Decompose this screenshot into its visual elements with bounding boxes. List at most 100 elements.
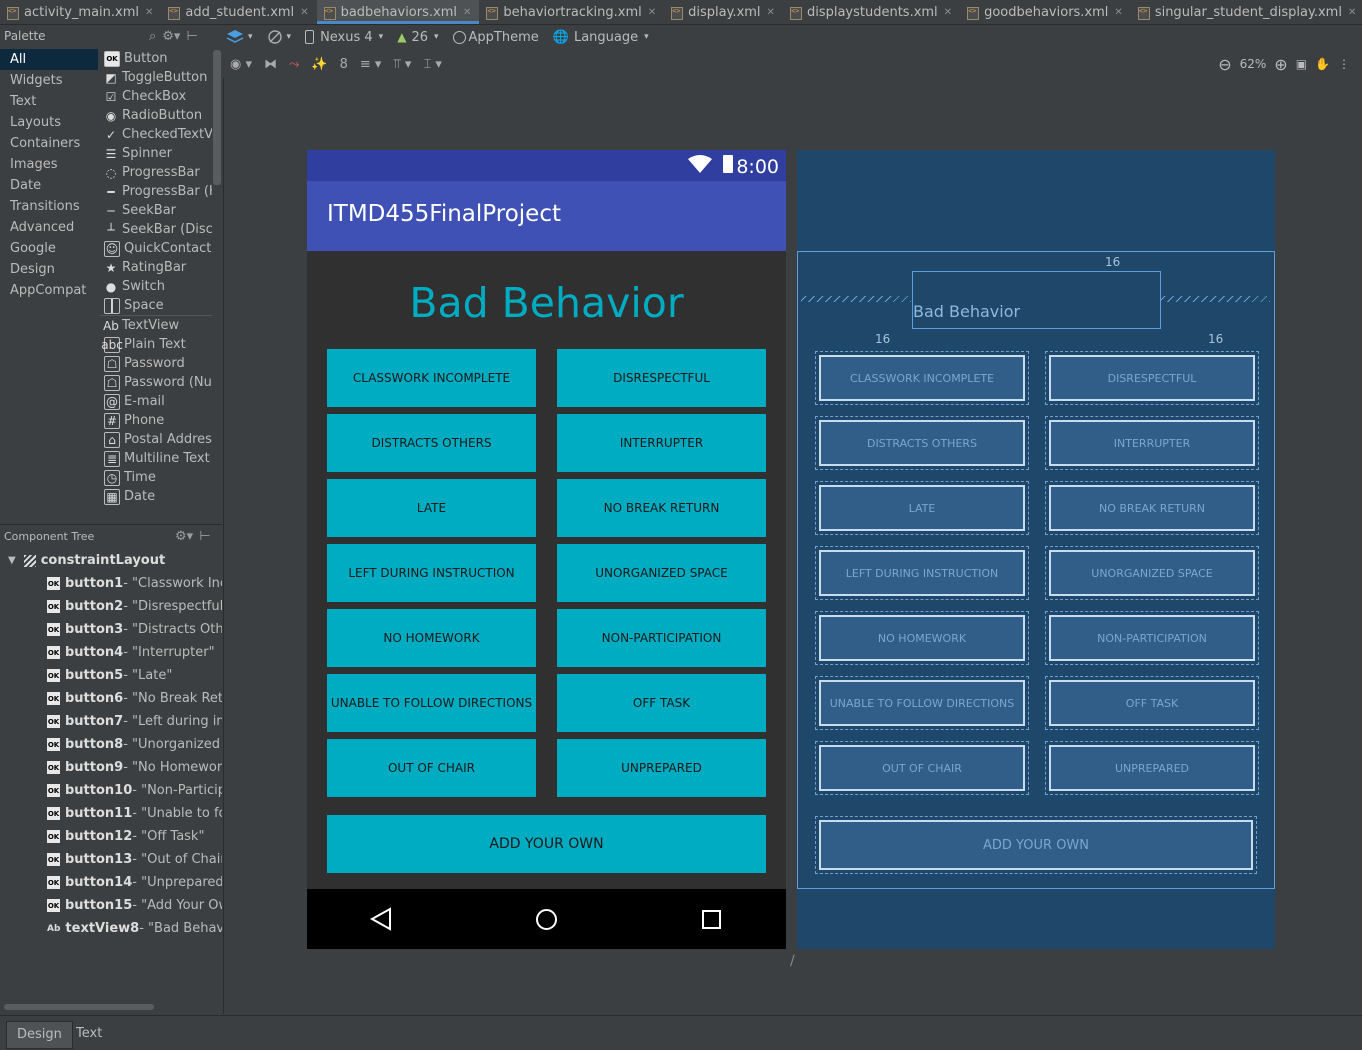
palette-category[interactable]: Design xyxy=(0,259,98,280)
eye-icon[interactable]: ◉ ▾ xyxy=(230,57,252,72)
palette-category[interactable]: Containers xyxy=(0,133,98,154)
tree-node[interactable]: OK button11 - "Unable to follo xyxy=(0,802,222,825)
palette-widget[interactable]: ━ ProgressBar (H xyxy=(100,182,212,201)
palette-widget[interactable]: OK Button xyxy=(100,49,212,68)
blueprint-behavior-button[interactable]: NON-PARTICIPATION xyxy=(1045,611,1259,665)
editor-tab[interactable]: displaystudents.xml ✕ xyxy=(783,0,960,24)
palette-scrollbar[interactable] xyxy=(213,50,221,185)
behavior-button[interactable]: UNORGANIZED SPACE xyxy=(557,544,766,602)
palette-widget[interactable]: @ E-mail xyxy=(100,392,212,411)
palette-widget[interactable]: ★ RatingBar xyxy=(100,258,212,277)
blueprint-behavior-button[interactable]: UNORGANIZED SPACE xyxy=(1045,546,1259,600)
default-margin[interactable]: 8 xyxy=(340,57,348,72)
editor-tab[interactable]: singular_student_display.xml ✕ xyxy=(1131,0,1362,24)
editor-tab[interactable]: display.xml ✕ xyxy=(664,0,783,24)
palette-widget[interactable]: ☖ Password xyxy=(100,354,212,373)
close-icon[interactable]: ✕ xyxy=(944,7,952,18)
tree-node[interactable]: OK button2 - "Disrespectful" xyxy=(0,595,222,618)
gear-icon[interactable]: ⚙▾ xyxy=(162,29,180,44)
blueprint-behavior-button[interactable]: NO BREAK RETURN xyxy=(1045,481,1259,535)
autoconnect-icon[interactable]: ⧓ xyxy=(264,57,277,72)
blueprint-behavior-button[interactable]: LATE xyxy=(815,481,1029,535)
more-icon[interactable]: ⋮ xyxy=(1338,57,1350,71)
palette-widget[interactable]: ┴ SeekBar (Discre xyxy=(100,220,212,239)
blueprint-add-your-own-button[interactable]: ADD YOUR OWN xyxy=(815,816,1257,874)
behavior-button[interactable]: DISRESPECTFUL xyxy=(557,349,766,407)
palette-category[interactable]: Widgets xyxy=(0,70,98,91)
clear-constraints-icon[interactable]: ⤳ xyxy=(289,57,299,72)
tab-design[interactable]: Design xyxy=(6,1021,73,1049)
pack-icon[interactable]: ≡ ▾ xyxy=(360,57,382,72)
blueprint-behavior-button[interactable]: DISRESPECTFUL xyxy=(1045,351,1259,405)
editor-tab[interactable]: activity_main.xml ✕ xyxy=(0,0,161,24)
palette-category[interactable]: Google xyxy=(0,238,98,259)
palette-widget[interactable]: ◌ ProgressBar xyxy=(100,163,212,182)
behavior-button[interactable]: UNABLE TO FOLLOW DIRECTIONS xyxy=(327,674,536,732)
search-icon[interactable]: ⌕ xyxy=(149,29,156,44)
palette-category[interactable]: Text xyxy=(0,91,98,112)
pin-icon[interactable]: ⊢ xyxy=(199,529,210,544)
infer-constraints-icon[interactable]: ✨ xyxy=(311,57,327,72)
editor-tab[interactable]: add_student.xml ✕ xyxy=(161,0,316,24)
palette-widget[interactable]: ◉ RadioButton xyxy=(100,106,212,125)
palette-widget[interactable]: ┃ Space xyxy=(100,296,212,315)
close-icon[interactable]: ✕ xyxy=(463,7,471,18)
behavior-button[interactable]: NO HOMEWORK xyxy=(327,609,536,667)
language-selector[interactable]: 🌐 Language ▾ xyxy=(553,30,649,45)
palette-widget[interactable]: ☰ Spinner xyxy=(100,144,212,163)
tree-scrollbar[interactable] xyxy=(4,1004,154,1010)
blueprint-behavior-button[interactable]: LEFT DURING INSTRUCTION xyxy=(815,546,1029,600)
zoom-out-icon[interactable]: ⊖ xyxy=(1218,55,1231,74)
palette-widget[interactable]: ☑ CheckBox xyxy=(100,87,212,106)
palette-widget[interactable]: ● Switch xyxy=(100,277,212,296)
palette-category[interactable]: All xyxy=(0,49,98,70)
palette-widget[interactable]: ◩ ToggleButton xyxy=(100,68,212,87)
tree-node[interactable]: OK button6 - "No Break Returr xyxy=(0,687,222,710)
layers-icon[interactable]: ▾ xyxy=(226,29,253,45)
blueprint-behavior-button[interactable]: DISTRACTS OTHERS xyxy=(815,416,1029,470)
recents-icon[interactable] xyxy=(702,910,721,929)
align-icon[interactable]: ⫪ ▾ xyxy=(393,57,411,72)
editor-tab[interactable]: goodbehaviors.xml ✕ xyxy=(960,0,1131,24)
guidelines-icon[interactable]: ⌶ ▾ xyxy=(423,57,441,72)
close-icon[interactable]: ✕ xyxy=(648,7,656,18)
palette-widget[interactable]: ─ SeekBar xyxy=(100,201,212,220)
palette-widget[interactable]: abc Plain Text xyxy=(100,335,212,354)
behavior-button[interactable]: LEFT DURING INSTRUCTION xyxy=(327,544,536,602)
expand-arrow-icon[interactable]: ▼ xyxy=(8,555,16,566)
tree-node[interactable]: OK button1 - "Classwork Incor xyxy=(0,572,222,595)
blueprint-heading-box[interactable]: Bad Behavior xyxy=(912,271,1161,329)
close-icon[interactable]: ✕ xyxy=(1114,7,1122,18)
device-selector[interactable]: Nexus 4 ▾ xyxy=(305,30,383,45)
tree-node[interactable]: OK button5 - "Late" xyxy=(0,664,222,687)
palette-widget[interactable]: ▦ Date xyxy=(100,487,212,506)
behavior-button[interactable]: DISTRACTS OTHERS xyxy=(327,414,536,472)
palette-widget[interactable]: ⌂ Postal Address xyxy=(100,430,212,449)
pin-icon[interactable]: ⊢ xyxy=(186,29,197,44)
behavior-button[interactable]: NON-PARTICIPATION xyxy=(557,609,766,667)
palette-category[interactable]: Layouts xyxy=(0,112,98,133)
zoom-in-icon[interactable]: ⊕ xyxy=(1274,55,1287,74)
behavior-button[interactable]: INTERRUPTER xyxy=(557,414,766,472)
blueprint-behavior-button[interactable]: OFF TASK xyxy=(1045,676,1259,730)
palette-category[interactable]: Advanced xyxy=(0,217,98,238)
editor-tab[interactable]: behaviortracking.xml ✕ xyxy=(479,0,664,24)
palette-widget[interactable]: ◷ Time xyxy=(100,468,212,487)
blueprint-behavior-button[interactable]: NO HOMEWORK xyxy=(815,611,1029,665)
close-icon[interactable]: ✕ xyxy=(767,7,775,18)
resize-handle-icon[interactable]: ∕ xyxy=(790,953,795,969)
tree-node[interactable]: Ab textView8 - "Bad Behavior' xyxy=(0,917,222,940)
palette-category[interactable]: Transitions xyxy=(0,196,98,217)
blueprint-behavior-button[interactable]: CLASSWORK INCOMPLETE xyxy=(815,351,1029,405)
theme-selector[interactable]: AppTheme xyxy=(452,30,539,45)
tree-node[interactable]: OK button7 - "Left during instr xyxy=(0,710,222,733)
tree-node[interactable]: OK button4 - "Interrupter" xyxy=(0,641,222,664)
behavior-button[interactable]: CLASSWORK INCOMPLETE xyxy=(327,349,536,407)
tree-node[interactable]: OK button15 - "Add Your Own xyxy=(0,894,222,917)
back-icon[interactable] xyxy=(369,907,392,935)
editor-tab[interactable]: badbehaviors.xml ✕ xyxy=(316,0,480,24)
home-icon[interactable] xyxy=(536,909,557,930)
tree-node[interactable]: OK button9 - "No Homework" xyxy=(0,756,222,779)
palette-widget[interactable]: Ab TextView xyxy=(100,315,212,335)
pan-icon[interactable]: ✋ xyxy=(1315,57,1330,71)
